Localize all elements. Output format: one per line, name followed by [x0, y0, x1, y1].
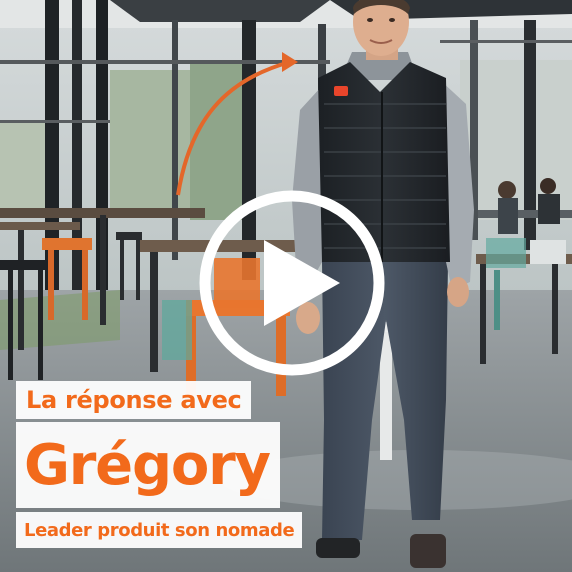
video-player[interactable]: La réponse avec Grégory Leader produit s…: [0, 0, 572, 572]
caption-intro: La réponse avec: [16, 381, 252, 419]
play-icon: [199, 190, 385, 376]
caption-speaker-role: Leader produit son nomade: [16, 512, 303, 548]
play-button[interactable]: [197, 188, 387, 378]
caption-speaker-name: Grégory: [16, 422, 280, 508]
